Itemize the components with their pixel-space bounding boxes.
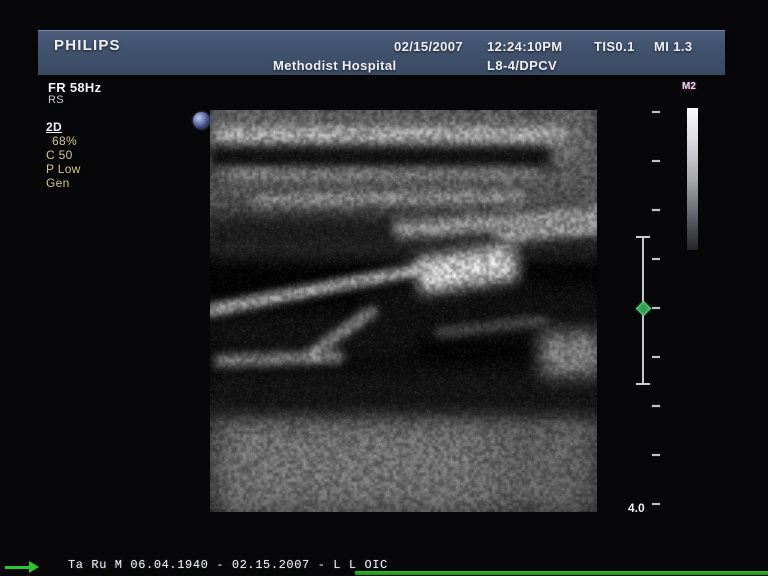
ultrasound-image [210, 110, 597, 512]
exam-date: 02/15/2007 [394, 39, 463, 54]
hospital-name: Methodist Hospital [273, 58, 396, 73]
focal-zone-cap-bottom [636, 383, 650, 385]
depth-tick [652, 307, 660, 309]
mode-2d-label: 2D [46, 120, 62, 134]
tis-value: TIS0.1 [594, 39, 635, 54]
philips-logo: PHILIPS [54, 37, 121, 54]
patient-info-line: Ta Ru M 06.04.1940 - 02.15.2007 - L L OI… [68, 558, 388, 572]
transducer-preset: L8-4/DPCV [487, 58, 557, 73]
arrow-shaft [5, 566, 29, 569]
mi-value: MI 1.3 [654, 39, 693, 54]
map-general-value: Gen [46, 176, 70, 190]
arrow-head [29, 561, 39, 573]
ultrasound-screen: PHILIPS 02/15/2007 12:24:10PM TIS0.1 MI … [0, 0, 768, 576]
frame-rate-label: FR 58Hz [48, 80, 101, 95]
rs-label: RS [48, 94, 64, 106]
header-band: PHILIPS 02/15/2007 12:24:10PM TIS0.1 MI … [38, 30, 725, 75]
depth-tick [652, 503, 660, 505]
depth-tick [652, 209, 660, 211]
grayscale-map-label: M2 [682, 81, 696, 92]
focus-marker-icon [636, 301, 652, 317]
probe-orientation-icon [193, 112, 210, 129]
depth-tick [652, 160, 660, 162]
persistence-value: P Low [46, 162, 81, 176]
compression-value: C 50 [46, 148, 73, 162]
depth-value: 4.0 [628, 501, 645, 515]
depth-tick [652, 405, 660, 407]
depth-tick [652, 356, 660, 358]
status-green-line [355, 571, 768, 575]
green-arrow-icon [5, 560, 41, 574]
depth-tick [652, 454, 660, 456]
depth-tick [652, 258, 660, 260]
grayscale-bar [687, 108, 698, 250]
depth-tick [652, 111, 660, 113]
exam-time: 12:24:10PM [487, 39, 563, 54]
focal-zone-cap-top [636, 236, 650, 238]
gain-value: 68% [52, 134, 77, 148]
